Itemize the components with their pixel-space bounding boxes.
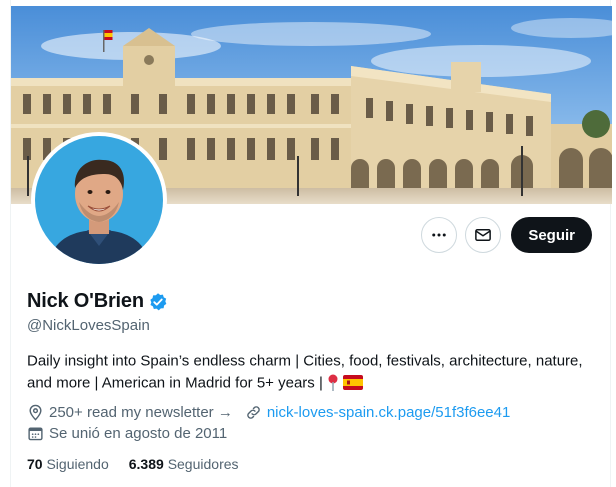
newsletter-text: 250+ read my newsletter → — [49, 404, 233, 421]
newsletter-item: 250+ read my newsletter → — [27, 404, 233, 421]
envelope-icon — [475, 229, 492, 241]
message-button[interactable] — [465, 217, 502, 253]
website-link[interactable]: nick-loves-spain.ck.page/51f3f6ee41 — [267, 404, 511, 421]
verified-badge-icon[interactable] — [148, 292, 168, 312]
link-icon — [247, 406, 260, 419]
website-item: nick-loves-spain.ck.page/51f3f6ee41 — [245, 404, 511, 421]
followers-label: Seguidores — [167, 456, 239, 472]
calendar-icon — [28, 427, 43, 441]
followers-count: 6.389 — [128, 456, 164, 472]
joined-text: Se unió en agosto de 2011 — [49, 425, 228, 442]
profile-name: Nick O'Brien — [27, 290, 144, 312]
location-pin-icon — [29, 404, 42, 421]
avatar-image — [35, 136, 163, 264]
profile-stats: 70 Siguiendo 6.389 Seguidores — [27, 456, 239, 472]
joined-item: Se unió en agosto de 2011 — [27, 425, 227, 442]
follow-button[interactable]: Seguir — [511, 217, 592, 253]
profile-name-row: Nick O'Brien — [27, 290, 168, 313]
profile-handle: @NickLovesSpain — [27, 317, 150, 334]
profile-avatar[interactable] — [31, 132, 167, 268]
profile-actions: Seguir — [421, 217, 592, 253]
spain-flag-icon — [343, 375, 364, 391]
following-stat[interactable]: 70 Siguiendo — [27, 456, 109, 472]
following-count: 70 — [27, 456, 43, 472]
more-button[interactable] — [421, 217, 458, 253]
round-pushpin-icon — [328, 374, 338, 391]
bio-text: Daily insight into Spain’s endless charm… — [27, 352, 583, 392]
profile-meta-row: 250+ read my newsletter → nick-loves-spa… — [27, 404, 522, 421]
more-icon — [432, 233, 447, 237]
following-label: Siguiendo — [46, 456, 109, 472]
follow-button-label: Seguir — [528, 226, 575, 244]
followers-stat[interactable]: 6.389 Seguidores — [129, 456, 239, 472]
profile-bio: Daily insight into Spain’s endless charm… — [27, 350, 587, 393]
profile-frame: Seguir Nick O'Brien @NickLovesSpain Dail… — [10, 0, 612, 487]
